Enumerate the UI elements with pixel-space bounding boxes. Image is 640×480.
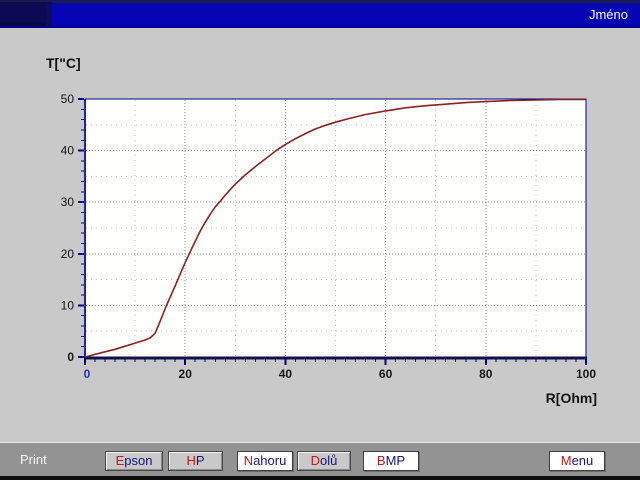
- nahoru-label: ahoru: [253, 453, 286, 468]
- screen: Jméno T["C] 0 20 40 60 80 100 0 10 20 30 40 50 R[Oh…: [0, 0, 640, 480]
- menu-label: enu: [572, 453, 594, 468]
- hp-button[interactable]: HP: [168, 451, 223, 471]
- epson-label: pson: [124, 453, 152, 468]
- bmp-hotkey: B: [377, 453, 386, 468]
- y-tick-label: 0: [67, 350, 74, 364]
- title-bar: Jméno: [0, 0, 640, 28]
- y-axis-title: T["C]: [46, 55, 81, 71]
- y-tick-label: 30: [61, 195, 75, 209]
- y-tick-label: 20: [61, 247, 75, 261]
- epson-hotkey: E: [116, 453, 125, 468]
- plot-area: [85, 99, 586, 357]
- menu-button[interactable]: Menu: [549, 451, 605, 471]
- bmp-label: MP: [386, 453, 406, 468]
- window-title: Jméno: [589, 6, 628, 23]
- nahoru-button[interactable]: Nahoru: [237, 451, 293, 471]
- nahoru-hotkey: N: [244, 453, 253, 468]
- epson-button[interactable]: Epson: [105, 451, 163, 471]
- x-axis-title: R[Ohm]: [497, 390, 597, 406]
- chart-plot: 0 20 40 60 80 100 0 10 20 30 40 50: [40, 85, 620, 415]
- bottom-toolbar: Print Epson HP Nahoru Dolů BMP Menu: [0, 442, 640, 480]
- bmp-button[interactable]: BMP: [363, 451, 419, 471]
- y-tick-label: 10: [61, 298, 75, 312]
- x-tick-label: 40: [279, 367, 293, 381]
- hp-label: P: [196, 453, 205, 468]
- x-tick-label: 0: [84, 367, 91, 381]
- menu-hotkey: M: [561, 453, 572, 468]
- y-tick-label: 40: [61, 144, 75, 158]
- x-tick-label: 100: [576, 367, 596, 381]
- x-tick-label: 60: [379, 367, 393, 381]
- hp-hotkey: H: [186, 453, 195, 468]
- dolu-hotkey: D: [311, 453, 320, 468]
- dolu-label: olů: [320, 453, 337, 468]
- app-logo: [0, 2, 52, 26]
- y-tick-label: 50: [61, 92, 75, 106]
- x-tick-label: 80: [479, 367, 493, 381]
- print-label: Print: [20, 452, 47, 467]
- x-tick-label: 20: [179, 367, 193, 381]
- dolu-button[interactable]: Dolů: [297, 451, 351, 471]
